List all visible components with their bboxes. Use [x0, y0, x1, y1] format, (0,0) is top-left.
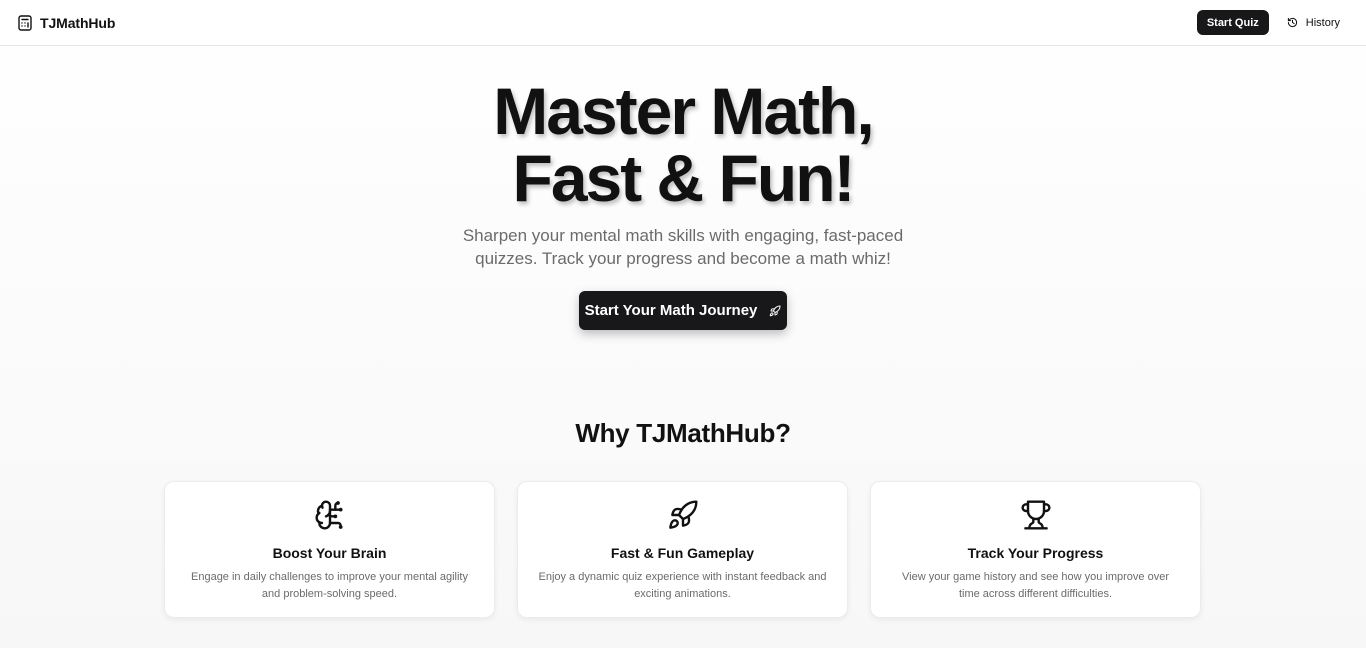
history-label: History: [1305, 16, 1340, 29]
feature-description: View your game history and see how you i…: [902, 571, 1169, 600]
feature-title: Fast & Fun Gameplay: [610, 545, 755, 561]
hero-title-line-2: Fast & Fun!: [512, 141, 856, 215]
feature-card-gameplay: Fast & Fun Gameplay Enjoy a dynamic quiz…: [517, 481, 848, 618]
rocket-icon: [769, 304, 781, 317]
feature-card-progress: Track Your Progress View your game histo…: [870, 481, 1201, 618]
start-journey-button[interactable]: Start Your Math Journey: [579, 291, 787, 330]
brain-icon: [165, 499, 494, 531]
feature-card-brain: Boost Your Brain Engage in daily challen…: [164, 481, 495, 618]
brand-name: TJMathHub: [40, 14, 116, 31]
history-button[interactable]: History: [1287, 10, 1340, 35]
feature-title: Boost Your Brain: [272, 545, 387, 561]
start-quiz-button[interactable]: Start Quiz: [1196, 10, 1269, 35]
calculator-icon: [18, 14, 32, 31]
nav-actions: Start Quiz History: [1196, 10, 1348, 35]
why-section-title: Why TJMathHub?: [575, 418, 791, 448]
hero-title: Master Math, Fast & Fun!: [0, 78, 1366, 212]
feature-title: Track Your Progress: [967, 545, 1104, 561]
brand-logo[interactable]: TJMathHub: [18, 15, 115, 31]
hero-subtitle: Sharpen your mental math skills with eng…: [462, 226, 904, 268]
navbar: TJMathHub Start Quiz History: [0, 0, 1366, 46]
cta-label: Start Your Math Journey: [584, 302, 758, 319]
feature-description: Engage in daily challenges to improve yo…: [191, 571, 468, 600]
trophy-icon: [871, 499, 1200, 531]
feature-description: Enjoy a dynamic quiz experience with ins…: [538, 571, 827, 600]
history-icon: [1287, 17, 1298, 28]
features-grid: Boost Your Brain Engage in daily challen…: [164, 481, 1202, 618]
hero-section: Master Math, Fast & Fun! Sharpen your me…: [0, 46, 1366, 376]
rocket-icon: [518, 499, 847, 531]
hero-title-line-1: Master Math,: [493, 74, 874, 148]
